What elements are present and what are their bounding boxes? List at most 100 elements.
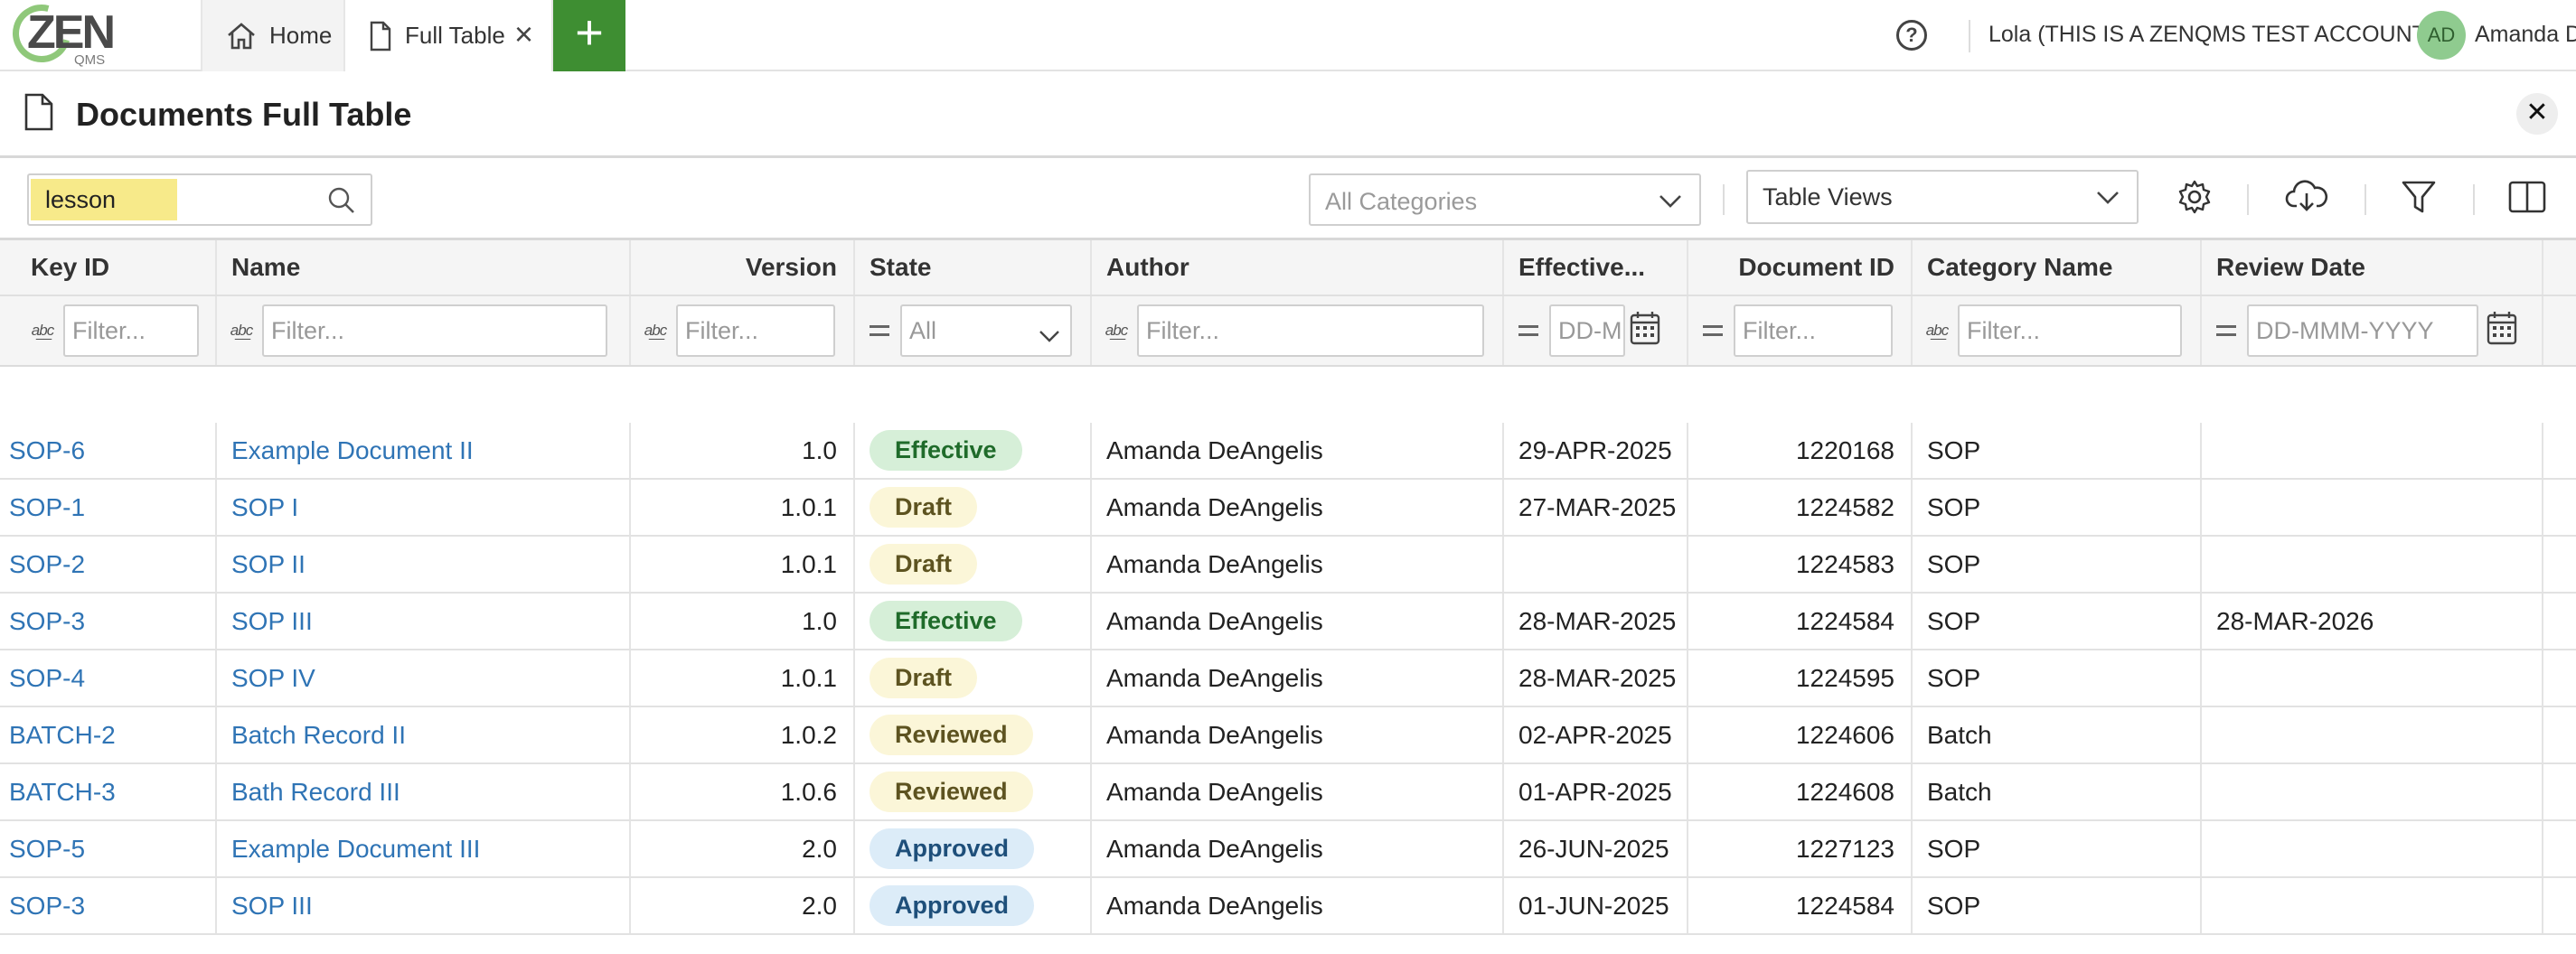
cell-name-link[interactable]: SOP III: [231, 892, 313, 921]
text-filter-icon[interactable]: a͟b͟c: [226, 322, 257, 340]
text-filter-icon[interactable]: a͟b͟c: [1101, 322, 1132, 340]
cell-key-id[interactable]: SOP-3: [0, 878, 217, 933]
cell-name-link[interactable]: Batch Record II: [231, 721, 406, 750]
text-filter-icon[interactable]: a͟b͟c: [1922, 322, 1952, 340]
equals-filter-icon[interactable]: [2211, 325, 2242, 336]
table-row[interactable]: SOP-6 Example Document II 1.0 Effective Aman…: [0, 423, 2576, 480]
cell-document-id: 1224595: [1688, 650, 1913, 706]
cell-key-id-link[interactable]: BATCH-3: [9, 778, 116, 807]
filter-document-id-input[interactable]: Filter...: [1734, 304, 1893, 357]
cell-name-link[interactable]: SOP II: [231, 550, 306, 579]
cell-key-id-link[interactable]: SOP-4: [9, 664, 85, 693]
cell-effective-date: 28-MAR-2025: [1504, 650, 1688, 706]
calendar-icon[interactable]: [2486, 310, 2518, 352]
column-header-effective[interactable]: Effective...: [1504, 240, 1688, 295]
cloud-download-icon[interactable]: [2285, 179, 2328, 220]
table-views-select[interactable]: Table Views: [1746, 170, 2139, 224]
cell-key-id-link[interactable]: BATCH-2: [9, 721, 116, 750]
table-row[interactable]: SOP-4 SOP IV 1.0.1 Draft Amanda DeAngelis 28-…: [0, 650, 2576, 707]
add-tab-button[interactable]: +: [553, 0, 625, 71]
column-header-author[interactable]: Author: [1092, 240, 1504, 295]
filter-category-input[interactable]: Filter...: [1958, 304, 2182, 357]
filter-name-input[interactable]: Filter...: [262, 304, 607, 357]
cell-key-id[interactable]: SOP-4: [0, 650, 217, 706]
cell-name[interactable]: SOP III: [217, 878, 631, 933]
cell-document-id-text: 1227123: [1795, 834, 1894, 863]
filter-author-input[interactable]: Filter...: [1137, 304, 1484, 357]
account-label[interactable]: Lola (THIS IS A ZENQMS TEST ACCOUNT): [1988, 22, 2433, 48]
cell-key-id[interactable]: SOP-3: [0, 594, 217, 649]
gear-icon[interactable]: [2176, 179, 2213, 220]
calendar-icon[interactable]: [1629, 310, 1661, 352]
cell-name[interactable]: Bath Record III: [217, 764, 631, 819]
cell-name-link[interactable]: SOP IV: [231, 664, 315, 693]
column-header-version[interactable]: Version: [631, 240, 855, 295]
table-row[interactable]: SOP-5 Example Document III 2.0 Approved Aman…: [0, 821, 2576, 878]
column-header-document-id[interactable]: Document ID: [1688, 240, 1913, 295]
tab-home[interactable]: Home: [201, 0, 345, 71]
cell-key-id-link[interactable]: SOP-3: [9, 607, 85, 636]
cell-name-link[interactable]: Example Document II: [231, 436, 474, 465]
cell-effective-date-text: 29-APR-2025: [1518, 435, 1672, 464]
cell-key-id[interactable]: SOP-5: [0, 821, 217, 876]
cell-name-link[interactable]: SOP III: [231, 607, 313, 636]
cell-name-link[interactable]: Bath Record III: [231, 778, 400, 807]
column-header-review-date[interactable]: Review Date: [2202, 240, 2543, 295]
cell-key-id[interactable]: SOP-6: [0, 423, 217, 478]
cell-name-link[interactable]: Example Document III: [231, 835, 480, 864]
zenqms-logo[interactable]: ZEN QMS: [2, 0, 116, 73]
cell-key-id-link[interactable]: SOP-6: [9, 436, 85, 465]
cell-name-link[interactable]: SOP I: [231, 493, 298, 522]
cell-key-id-link[interactable]: SOP-3: [9, 892, 85, 921]
cell-name[interactable]: SOP III: [217, 594, 631, 649]
equals-filter-icon[interactable]: [1513, 325, 1544, 336]
table-row[interactable]: SOP-3 SOP III 2.0 Approved Amanda DeAngelis 0…: [0, 878, 2576, 935]
cell-name[interactable]: SOP I: [217, 480, 631, 535]
filter-state-select[interactable]: All: [900, 304, 1072, 357]
table-row[interactable]: BATCH-2 Batch Record II 1.0.2 Reviewed Amand…: [0, 707, 2576, 764]
category-select[interactable]: All Categories: [1309, 173, 1701, 226]
cell-state: Draft: [855, 537, 1092, 592]
avatar[interactable]: AD: [2417, 11, 2466, 60]
tab-full-table[interactable]: Full Table ×: [343, 0, 553, 71]
text-filter-icon[interactable]: a͟b͟c: [27, 322, 58, 340]
table-row[interactable]: SOP-2 SOP II 1.0.1 Draft Amanda DeAngelis 122…: [0, 537, 2576, 594]
status-badge: Approved: [870, 828, 1035, 869]
column-header-state[interactable]: State: [855, 240, 1092, 295]
filter-key-id-input[interactable]: Filter...: [63, 304, 199, 357]
cell-key-id-link[interactable]: SOP-5: [9, 835, 85, 864]
equals-filter-icon[interactable]: [864, 325, 895, 336]
table-row[interactable]: BATCH-3 Bath Record III 1.0.6 Reviewed Amand…: [0, 764, 2576, 821]
equals-filter-icon[interactable]: [1697, 325, 1728, 336]
cell-key-id[interactable]: BATCH-2: [0, 707, 217, 762]
filter-icon[interactable]: [2401, 179, 2437, 220]
cell-name[interactable]: Example Document II: [217, 423, 631, 478]
cell-key-id[interactable]: BATCH-3: [0, 764, 217, 819]
cell-name[interactable]: Example Document III: [217, 821, 631, 876]
columns-panel-icon[interactable]: [2507, 179, 2547, 220]
cell-name[interactable]: SOP IV: [217, 650, 631, 706]
cell-key-id[interactable]: SOP-1: [0, 480, 217, 535]
table-row[interactable]: SOP-3 SOP III 1.0 Effective Amanda DeAngelis…: [0, 594, 2576, 650]
cell-key-id-link[interactable]: SOP-1: [9, 493, 85, 522]
cell-key-id-link[interactable]: SOP-2: [9, 550, 85, 579]
filter-effective-input[interactable]: DD-M: [1549, 304, 1625, 357]
cell-name[interactable]: Batch Record II: [217, 707, 631, 762]
help-icon[interactable]: ?: [1896, 20, 1927, 51]
column-header-name[interactable]: Name: [217, 240, 631, 295]
filter-review-date-input[interactable]: DD-MMM-YYYY: [2247, 304, 2478, 357]
user-name[interactable]: Amanda D: [2475, 22, 2576, 48]
close-page-button[interactable]: ✕: [2516, 93, 2558, 135]
cell-name[interactable]: SOP II: [217, 537, 631, 592]
column-header-key-id[interactable]: Key ID: [0, 240, 217, 295]
text-filter-icon[interactable]: a͟b͟c: [640, 322, 671, 340]
cell-key-id[interactable]: SOP-2: [0, 537, 217, 592]
close-tab-icon[interactable]: ×: [514, 18, 533, 51]
search-icon[interactable]: [327, 186, 356, 220]
search-input[interactable]: lesson: [27, 173, 372, 226]
filter-version-input[interactable]: Filter...: [676, 304, 835, 357]
cell-category-name-text: Batch: [1927, 777, 1992, 806]
column-header-category-name[interactable]: Category Name: [1913, 240, 2202, 295]
table-row[interactable]: SOP-1 SOP I 1.0.1 Draft Amanda DeAngelis 27-M…: [0, 480, 2576, 537]
cell-version-text: 1.0.1: [780, 492, 837, 521]
